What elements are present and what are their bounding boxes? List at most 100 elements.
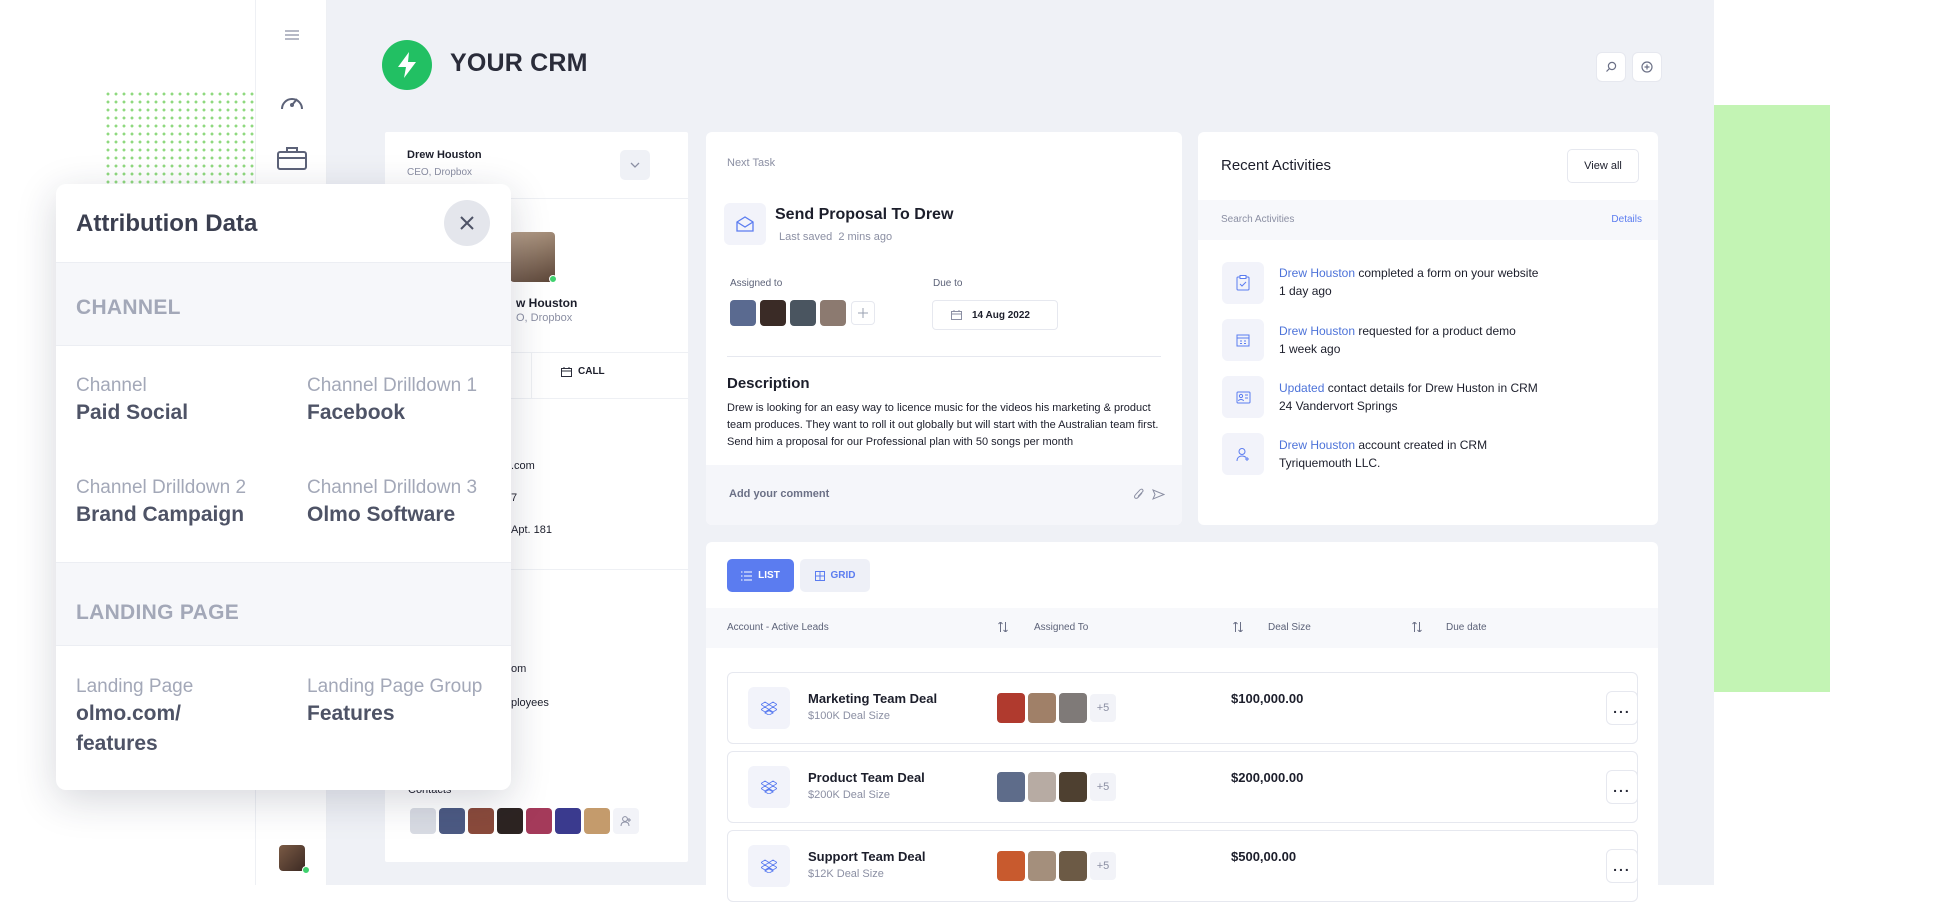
contact-name-large: w Houston [516, 296, 578, 310]
list-icon [741, 571, 753, 580]
close-button[interactable] [444, 200, 490, 246]
assignee-avatar[interactable] [1059, 693, 1087, 723]
row-more-button[interactable]: ... [1606, 770, 1638, 804]
deal-name: Support Team Deal [808, 849, 926, 864]
row-more-button[interactable]: ... [1606, 849, 1638, 883]
table-row[interactable]: Support Team Deal $12K Deal Size +5 $500… [727, 830, 1638, 902]
more-assignees-badge[interactable]: +5 [1090, 694, 1116, 722]
user-add-icon [620, 816, 631, 827]
company-size-fragment: ployees [511, 697, 549, 709]
contacts-avatar-list [410, 808, 639, 834]
activity-link[interactable]: Updated [1279, 381, 1324, 395]
due-date-field[interactable]: 14 Aug 2022 [932, 300, 1058, 330]
deal-name: Marketing Team Deal [808, 691, 938, 706]
landing-page-section-title: LANDING PAGE [76, 601, 240, 624]
activity-link[interactable]: Drew Houston [1279, 438, 1355, 452]
avatar[interactable] [439, 808, 465, 834]
list-view-button[interactable]: LIST [727, 559, 794, 592]
sort-icon[interactable] [1233, 622, 1243, 632]
plus-circle-icon [1641, 61, 1653, 73]
activity-sub: 24 Vandervort Springs [1279, 399, 1398, 413]
add-button[interactable] [1632, 52, 1662, 82]
avatar[interactable] [584, 808, 610, 834]
assignee-avatar[interactable] [1028, 851, 1056, 881]
assignee-avatar[interactable] [730, 300, 756, 326]
calendar-icon [951, 310, 962, 320]
avatar[interactable] [410, 808, 436, 834]
activity-text: requested for a product demo [1355, 324, 1516, 338]
assignee-avatar[interactable] [997, 693, 1025, 723]
activity-text: completed a form on your website [1355, 266, 1539, 280]
more-assignees-badge[interactable]: +5 [1090, 852, 1116, 880]
row-more-button[interactable]: ... [1606, 691, 1638, 725]
next-task-card: Next Task Send Proposal To Drew Last sav… [706, 132, 1182, 525]
due-date-value: 14 Aug 2022 [972, 309, 1030, 321]
table-row[interactable]: Product Team Deal $200K Deal Size +5 $20… [727, 751, 1638, 823]
add-contact-button[interactable] [613, 808, 639, 834]
grid-view-button[interactable]: GRID [800, 559, 870, 592]
send-icon[interactable] [1152, 489, 1165, 500]
deal-amount: $500,00.00 [1231, 849, 1297, 864]
avatar[interactable] [555, 808, 581, 834]
sort-icon[interactable] [998, 622, 1008, 632]
activity-link[interactable]: Drew Houston [1279, 266, 1355, 280]
view-all-button[interactable]: View all [1567, 149, 1639, 183]
assignee-avatar[interactable] [1028, 772, 1056, 802]
column-header-account: Account - Active Leads [727, 622, 829, 633]
assigned-to-label: Assigned to [730, 278, 783, 289]
assignee-avatar[interactable] [1059, 772, 1087, 802]
channel-label: Channel [76, 375, 147, 396]
menu-icon[interactable] [274, 19, 310, 51]
briefcase-icon[interactable] [274, 142, 310, 174]
search-button[interactable] [1596, 52, 1626, 82]
activity-item: Drew Houston account created in CRM Tyri… [1279, 436, 1487, 472]
avatar[interactable] [468, 808, 494, 834]
avatar[interactable] [497, 808, 523, 834]
assignee-avatar[interactable] [997, 851, 1025, 881]
task-icon [724, 203, 766, 245]
clipboard-icon [1222, 262, 1264, 304]
details-link[interactable]: Details [1611, 214, 1642, 225]
task-title: Send Proposal To Drew [775, 206, 954, 223]
table-row[interactable]: Marketing Team Deal $100K Deal Size +5 $… [727, 672, 1638, 744]
user-avatar[interactable] [279, 845, 305, 871]
contact-name: Drew Houston [407, 149, 482, 161]
contact-role: CEO, Dropbox [407, 167, 473, 178]
online-status-dot [302, 866, 310, 874]
dashboard-gauge-icon[interactable] [274, 86, 310, 118]
assignee-avatar[interactable] [1028, 693, 1056, 723]
deal-size-label: $12K Deal Size [808, 868, 884, 880]
landing-page-value: olmo.com/ features [76, 702, 182, 755]
calendar-icon [561, 366, 572, 377]
recent-activities-card: Recent Activities View all Search Activi… [1198, 132, 1658, 525]
assignee-avatar[interactable] [997, 772, 1025, 802]
activity-link[interactable]: Drew Houston [1279, 324, 1355, 338]
channel-drilldown-1-value: Facebook [307, 401, 406, 424]
more-assignees-badge[interactable]: +5 [1090, 773, 1116, 801]
add-assignee-button[interactable] [851, 301, 875, 325]
activity-item: Drew Houston requested for a product dem… [1279, 322, 1516, 358]
attach-icon[interactable] [1134, 488, 1144, 501]
avatar[interactable] [526, 808, 552, 834]
assignee-avatar[interactable] [820, 300, 846, 326]
assignee-avatar[interactable] [1059, 851, 1087, 881]
assignee-avatar[interactable] [790, 300, 816, 326]
list-view-label: LIST [758, 570, 780, 581]
assignee-avatar[interactable] [760, 300, 786, 326]
online-status-dot [549, 275, 557, 283]
search-activities-input[interactable]: Search Activities [1221, 214, 1294, 225]
contact-role-large: O, Dropbox [516, 312, 573, 324]
next-task-label: Next Task [727, 157, 776, 169]
comment-input[interactable]: Add your comment [729, 488, 829, 500]
sort-icon[interactable] [1412, 622, 1422, 632]
channel-drilldown-3-value: Olmo Software [307, 503, 456, 526]
dropbox-icon [748, 687, 790, 729]
channel-drilldown-1-label: Channel Drilldown 1 [307, 375, 478, 396]
call-button[interactable]: CALL [561, 366, 605, 377]
deal-size-label: $100K Deal Size [808, 710, 890, 722]
contact-dropdown-button[interactable] [620, 150, 650, 180]
attribution-data-panel: Attribution Data CHANNEL Channel Paid So… [56, 184, 511, 790]
deal-amount: $100,000.00 [1231, 691, 1304, 706]
channel-drilldown-2-value: Brand Campaign [76, 503, 245, 526]
activity-sub: 1 day ago [1279, 284, 1332, 298]
